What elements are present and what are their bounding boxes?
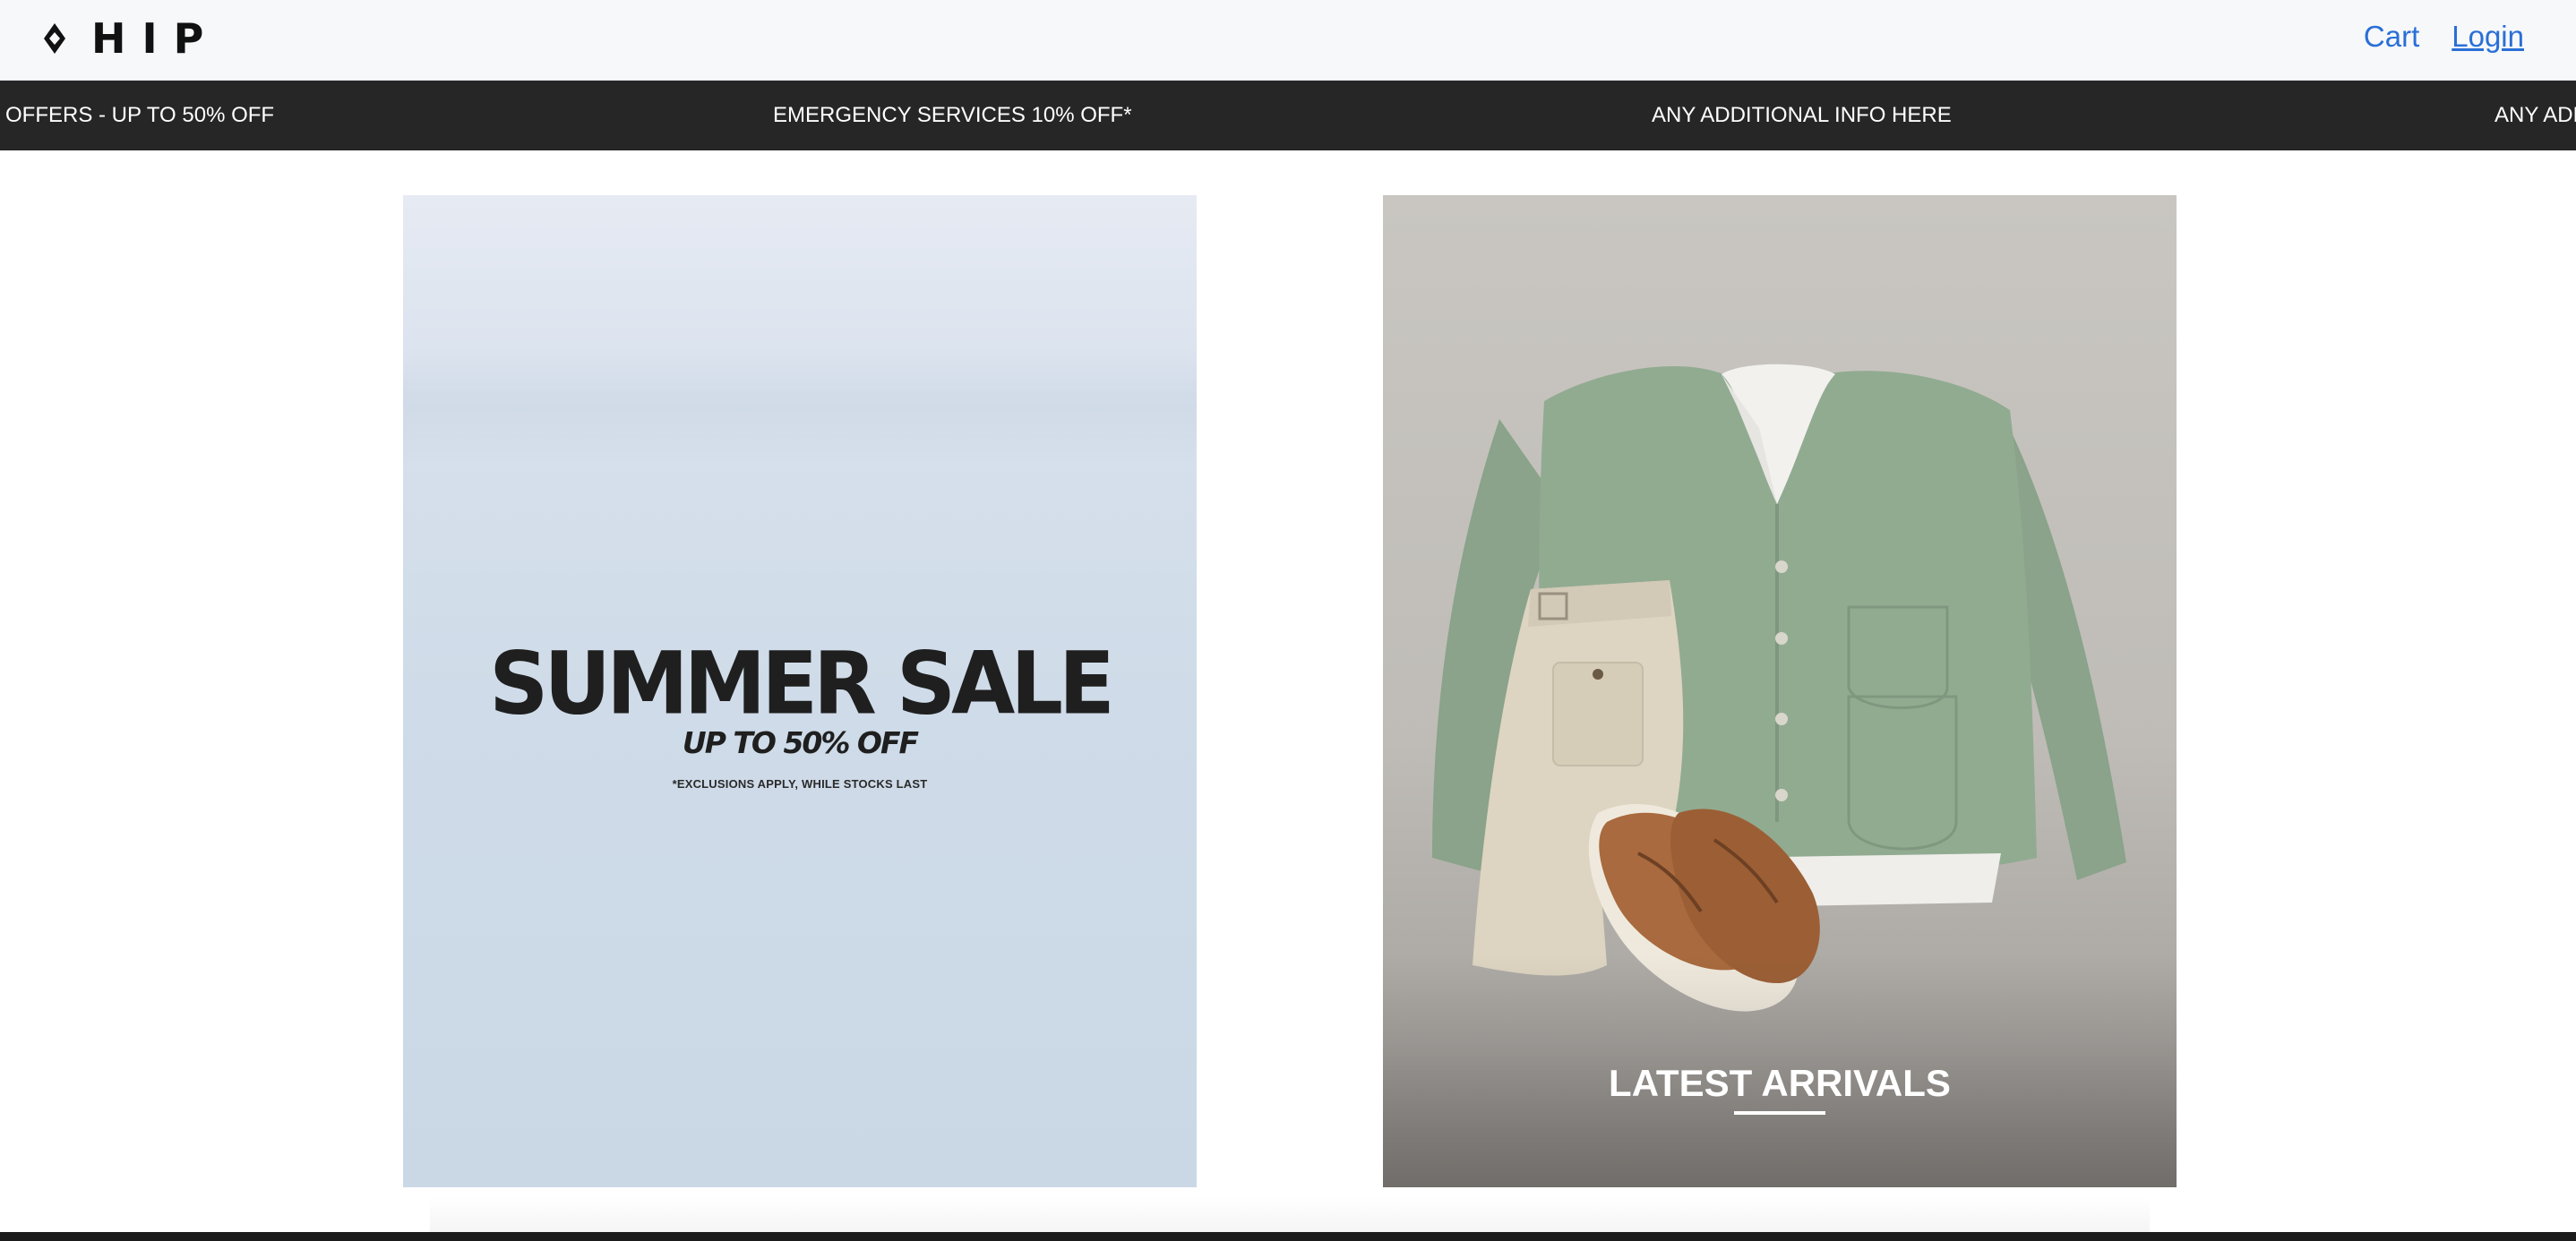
cart-link[interactable]: Cart [2364,20,2419,54]
summer-sale-tile[interactable]: SUMMER SALE UP TO 50% OFF *EXCLUSIONS AP… [403,195,1197,1187]
site-logo[interactable]: HIP [41,16,219,61]
sky-haze [403,347,1197,464]
sale-subtitle: UP TO 50% OFF [682,725,919,760]
logo-text: HIP [91,14,220,63]
header-nav: Cart Login [2364,20,2524,54]
announcement-item: ANY ADDITIONAL INFO HERE [1652,103,1952,127]
next-section-edge [0,1232,2576,1241]
announcement-item: ANY ADD [2494,103,2576,127]
diamond-icon [44,23,65,54]
site-header: HIP Cart Login [0,0,2576,81]
latest-arrivals-tile[interactable]: LATEST ARRIVALS [1383,195,2177,1187]
announcement-bar: OFFERS - UP TO 50% OFF EMERGENCY SERVICE… [0,81,2576,150]
title-underline [1734,1111,1825,1115]
login-link[interactable]: Login [2451,20,2524,54]
sale-title: SUMMER SALE [489,633,1115,734]
announcement-item: EMERGENCY SERVICES 10% OFF* [773,103,1132,127]
sale-note: *EXCLUSIONS APPLY, WHILE STOCKS LAST [672,777,928,791]
arrivals-title: LATEST ARRIVALS [1609,1062,1951,1104]
announcement-item: OFFERS - UP TO 50% OFF [5,103,275,127]
